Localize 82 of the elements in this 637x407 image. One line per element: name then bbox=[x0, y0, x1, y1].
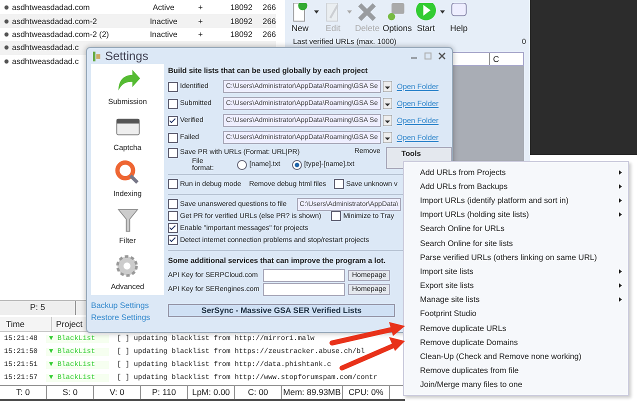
checkbox[interactable] bbox=[168, 199, 178, 209]
checkbox[interactable] bbox=[168, 179, 178, 189]
menu-item[interactable]: Join/Merge many files to one bbox=[404, 378, 628, 392]
menu-item[interactable]: Import URLs (holding site lists) bbox=[404, 208, 628, 222]
checkbox[interactable] bbox=[168, 132, 178, 142]
status-cell: P: 110 bbox=[141, 386, 188, 399]
api-key-field[interactable] bbox=[263, 282, 345, 296]
project-count: 266 bbox=[262, 3, 276, 12]
project-count: 266 bbox=[262, 16, 276, 26]
dropdown-button[interactable] bbox=[382, 81, 392, 92]
column-header[interactable]: C bbox=[489, 53, 523, 65]
project-status: Active bbox=[152, 3, 176, 12]
sersync-banner[interactable]: SerSync - Massive GSA SER Verified Lists bbox=[168, 304, 395, 317]
project-status: Inactive bbox=[148, 16, 178, 26]
project-count: 18092 bbox=[229, 16, 252, 26]
toolbar-button[interactable]: Options bbox=[382, 3, 412, 36]
radio-button[interactable] bbox=[237, 160, 248, 170]
menu-item[interactable]: Import site lists bbox=[404, 264, 628, 278]
project-count: 18092 bbox=[229, 3, 252, 12]
checkbox[interactable] bbox=[168, 98, 178, 108]
project-name: asdhtweasdadad.com bbox=[12, 3, 91, 12]
project-name: asdhtweasdadad.c bbox=[12, 43, 80, 52]
menu-item[interactable]: Export site lists bbox=[404, 278, 628, 293]
api-key-field[interactable] bbox=[263, 268, 345, 282]
menu-item[interactable]: Remove duplicate URLs bbox=[404, 321, 628, 336]
status-cell: CPU: 0% bbox=[343, 386, 390, 399]
menu-item[interactable]: Remove duplicate Domains bbox=[404, 335, 628, 350]
status-cell: V: 0 bbox=[94, 386, 141, 399]
toolbar-button[interactable]: Help bbox=[448, 3, 470, 36]
toolbar-button[interactable]: Start bbox=[414, 3, 437, 36]
menu-item[interactable]: Add URLs from Backups bbox=[404, 179, 628, 194]
settings-icon bbox=[93, 50, 101, 62]
project-icon bbox=[4, 58, 9, 64]
project-plus-label: + bbox=[197, 30, 204, 39]
menu-item[interactable]: Parse verified URLs (others linking on same URL) bbox=[404, 250, 628, 264]
checkbox[interactable] bbox=[168, 116, 178, 126]
status-cell: T: 0 bbox=[0, 386, 47, 399]
dialog-title: Settings bbox=[105, 49, 148, 63]
project-count: 18092 bbox=[229, 30, 252, 39]
checkbox[interactable] bbox=[331, 211, 342, 221]
column-header[interactable]: Time bbox=[0, 317, 52, 331]
project-status: Inactive bbox=[148, 30, 178, 39]
close-icon[interactable] bbox=[438, 52, 446, 60]
toolbar-icon bbox=[356, 3, 378, 23]
project-name: asdhtweasdadad.com-2 bbox=[12, 16, 98, 26]
project-icon bbox=[4, 45, 9, 50]
menu-item[interactable]: Remove duplicates from file bbox=[404, 364, 628, 378]
checkbox[interactable] bbox=[168, 211, 178, 221]
radio-button[interactable] bbox=[292, 160, 302, 170]
menu-item[interactable]: Clean-Up (Check and Remove none working) bbox=[404, 349, 628, 364]
sidebar-icon bbox=[114, 206, 140, 233]
checkbox[interactable] bbox=[168, 235, 178, 245]
project-name: asdhtweasdadad.com-2 (2) bbox=[12, 30, 110, 39]
checkbox[interactable] bbox=[168, 82, 178, 92]
menu-item[interactable]: Import URLs (identify platform and sort in) bbox=[404, 193, 628, 208]
dropdown-button[interactable] bbox=[382, 115, 392, 126]
menu-item[interactable]: Search Online for site lists bbox=[404, 236, 628, 250]
caret-icon[interactable] bbox=[314, 10, 319, 14]
project-plus-label: + bbox=[197, 16, 204, 26]
sidebar-icon bbox=[114, 160, 140, 186]
toolbar-icon bbox=[414, 3, 437, 23]
project-icon bbox=[4, 5, 9, 10]
menu-item[interactable]: Manage site lists bbox=[404, 292, 628, 307]
status-cell: P: 5 bbox=[0, 301, 76, 315]
status-cell: S: 0 bbox=[47, 386, 94, 399]
status-cell: Mem: 89.93MB bbox=[282, 386, 343, 399]
project-count: 266 bbox=[262, 30, 276, 39]
caret-icon[interactable] bbox=[440, 10, 445, 14]
project-icon bbox=[4, 32, 9, 37]
status-cell: LpM: 0.00 bbox=[188, 386, 235, 399]
checkbox[interactable] bbox=[168, 223, 178, 233]
checkbox[interactable] bbox=[334, 179, 344, 189]
menu-item[interactable]: Footprint Studio bbox=[404, 306, 628, 322]
checkbox[interactable] bbox=[168, 148, 178, 158]
project-icon bbox=[4, 18, 9, 24]
dropdown-button[interactable] bbox=[382, 98, 392, 109]
sidebar-icon bbox=[114, 252, 140, 279]
status-cell: C: 00 bbox=[235, 386, 282, 399]
menu-item[interactable]: Search Online for URLs bbox=[404, 222, 628, 236]
project-plus-label: + bbox=[197, 3, 204, 12]
dropdown-button[interactable] bbox=[382, 132, 392, 143]
toolbar-button[interactable]: New bbox=[289, 3, 311, 36]
